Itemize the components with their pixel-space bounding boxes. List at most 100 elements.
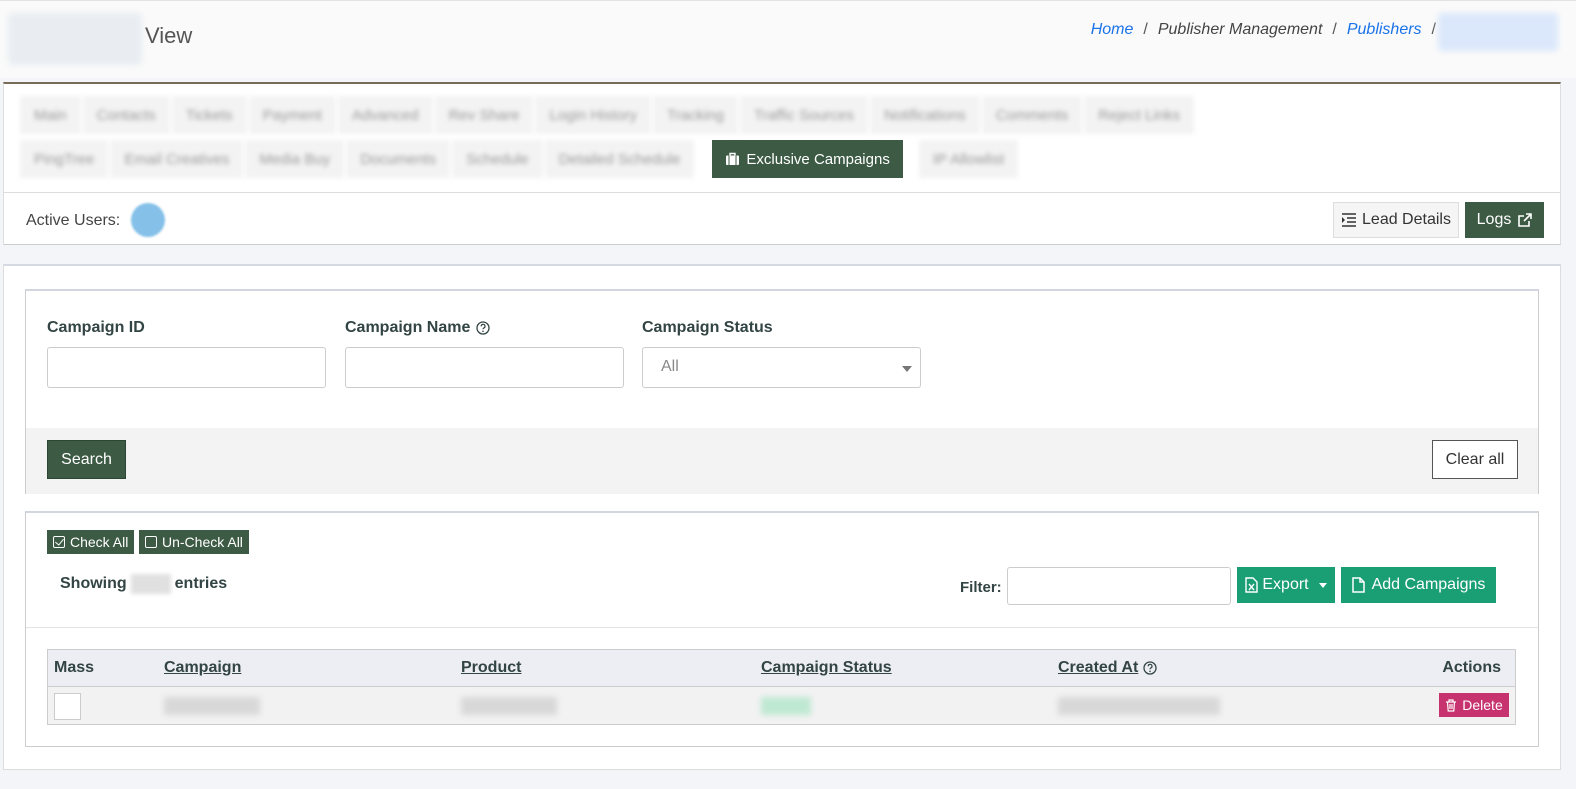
tab-advanced[interactable]: Advanced	[337, 96, 433, 134]
clear-all-button[interactable]: Clear all	[1432, 440, 1518, 479]
checkbox-empty-icon	[145, 536, 157, 548]
publisher-tabs-card: Main Contacts Tickets Payment Advanced Rev Sh…	[3, 82, 1561, 245]
tab-tickets[interactable]: Tickets	[171, 96, 247, 134]
column-campaign-sort[interactable]: Campaign	[164, 659, 241, 677]
tab-label: IP Allowlist	[932, 150, 1005, 168]
campaign-id-label: Campaign ID	[47, 319, 145, 336]
excel-file-icon	[1245, 577, 1259, 593]
tab-ip-allowlist[interactable]: IP Allowlist	[918, 140, 1019, 178]
campaign-status-select[interactable]: All	[642, 347, 921, 388]
help-icon[interactable]	[476, 321, 491, 335]
tab-notifications[interactable]: Notifications	[870, 96, 980, 134]
tab-label: Schedule	[466, 150, 529, 168]
tab-label: Reject Links	[1098, 106, 1180, 124]
tab-label: Exclusive Campaigns	[746, 150, 890, 168]
breadcrumb-separator: /	[1143, 21, 1148, 38]
breadcrumb: Home / Publisher Management / Publishers…	[1091, 21, 1436, 39]
tab-documents[interactable]: Documents	[346, 140, 451, 178]
tab-label: Notifications	[884, 106, 966, 124]
table-header: Mass Campaign Product Campaign Status Cr…	[47, 649, 1516, 687]
tab-reject-links[interactable]: Reject Links	[1084, 96, 1194, 134]
tab-rev-share[interactable]: Rev Share	[434, 96, 534, 134]
logs-button[interactable]: Logs	[1465, 202, 1544, 238]
breadcrumb-current-redacted	[1438, 13, 1558, 51]
uncheck-all-button[interactable]: Un-Check All	[139, 530, 249, 554]
campaign-cell-redacted	[164, 697, 260, 715]
trash-icon	[1445, 698, 1457, 712]
campaign-name-input[interactable]	[345, 347, 624, 388]
tab-row-1: Main Contacts Tickets Payment Advanced Rev Sh…	[20, 96, 1196, 134]
column-actions: Actions	[1442, 659, 1501, 676]
tab-label: Contacts	[96, 106, 156, 124]
check-all-label: Check All	[70, 534, 129, 550]
tab-tracking[interactable]: Tracking	[653, 96, 738, 134]
tab-media-buy[interactable]: Media Buy	[245, 140, 345, 178]
publisher-name-redacted	[8, 13, 142, 65]
tab-label: Traffic Sources	[753, 106, 855, 124]
table-row: Delete	[47, 687, 1516, 725]
column-product-sort[interactable]: Product	[461, 659, 521, 677]
tab-label: PingTree	[34, 150, 95, 168]
lead-details-button[interactable]: Lead Details	[1333, 202, 1459, 238]
tab-contacts[interactable]: Contacts	[82, 96, 170, 134]
add-campaigns-button[interactable]: Add Campaigns	[1341, 567, 1496, 603]
filter-input[interactable]	[1007, 567, 1231, 605]
external-link-icon	[1517, 212, 1533, 228]
tab-label: Login History	[549, 106, 638, 124]
uncheck-all-label: Un-Check All	[162, 534, 243, 550]
file-icon	[1351, 577, 1365, 593]
breadcrumb-home-link[interactable]: Home	[1091, 21, 1134, 39]
add-campaigns-label: Add Campaigns	[1371, 576, 1486, 593]
campaigns-table: Mass Campaign Product Campaign Status Cr…	[47, 649, 1516, 725]
check-all-button[interactable]: Check All	[47, 530, 135, 554]
column-created-at[interactable]: Created At	[1058, 659, 1157, 677]
tab-label: Tracking	[667, 106, 724, 124]
tab-detailed-schedule[interactable]: Detailed Schedule	[544, 140, 695, 178]
export-label: Export	[1262, 576, 1309, 593]
export-dropdown-button[interactable]: Export	[1237, 567, 1335, 603]
delete-button[interactable]: Delete	[1439, 693, 1509, 717]
column-campaign-status-sort[interactable]: Campaign Status	[761, 659, 892, 677]
tab-label: Main	[34, 106, 67, 124]
tab-label: Comments	[995, 106, 1069, 124]
row-checkbox[interactable]	[54, 693, 81, 720]
product-cell-redacted	[461, 697, 557, 715]
avatar[interactable]	[131, 203, 165, 237]
lead-details-label: Lead Details	[1362, 211, 1451, 228]
tab-email-creatives[interactable]: Email Creatives	[110, 140, 244, 178]
tab-label: Advanced	[351, 106, 419, 124]
delete-label: Delete	[1462, 697, 1503, 713]
tab-label: Documents	[360, 150, 437, 168]
checkbox-checked-icon	[53, 536, 65, 548]
help-icon[interactable]	[1143, 661, 1157, 675]
chevron-down-icon	[902, 366, 912, 372]
campaigns-list-card: Check All Un-Check All Showing entries F…	[25, 511, 1539, 747]
breadcrumb-publishers-link[interactable]: Publishers	[1347, 21, 1422, 39]
page-title: View	[145, 23, 193, 48]
tab-main[interactable]: Main	[20, 96, 81, 134]
search-button[interactable]: Search	[47, 440, 126, 479]
breadcrumb-separator: /	[1431, 21, 1436, 38]
tab-payment[interactable]: Payment	[248, 96, 336, 134]
divider	[4, 192, 1560, 193]
tab-comments[interactable]: Comments	[981, 96, 1083, 134]
breadcrumb-separator: /	[1332, 21, 1337, 38]
status-badge-redacted	[761, 697, 811, 715]
tab-traffic-sources[interactable]: Traffic Sources	[739, 96, 869, 134]
briefcase-icon	[725, 152, 746, 166]
tab-pingtree[interactable]: PingTree	[20, 140, 109, 178]
tab-label: Email Creatives	[124, 150, 230, 168]
campaign-id-input[interactable]	[47, 347, 326, 388]
main-card: Campaign ID Campaign Name Campaign Statu…	[3, 264, 1561, 770]
tab-label: Detailed Schedule	[558, 150, 681, 168]
tab-schedule[interactable]: Schedule	[452, 140, 543, 178]
tab-label: Payment	[262, 106, 322, 124]
active-users-label: Active Users:	[26, 212, 121, 229]
filter-panel: Campaign ID Campaign Name Campaign Statu…	[25, 289, 1539, 494]
created-at-cell-redacted	[1058, 697, 1220, 715]
tab-label: Rev Share	[448, 106, 520, 124]
entries-count-redacted	[130, 574, 171, 594]
tab-exclusive-campaigns[interactable]: Exclusive Campaigns	[712, 140, 903, 178]
tab-label: Media Buy	[259, 150, 331, 168]
tab-login-history[interactable]: Login History	[535, 96, 652, 134]
